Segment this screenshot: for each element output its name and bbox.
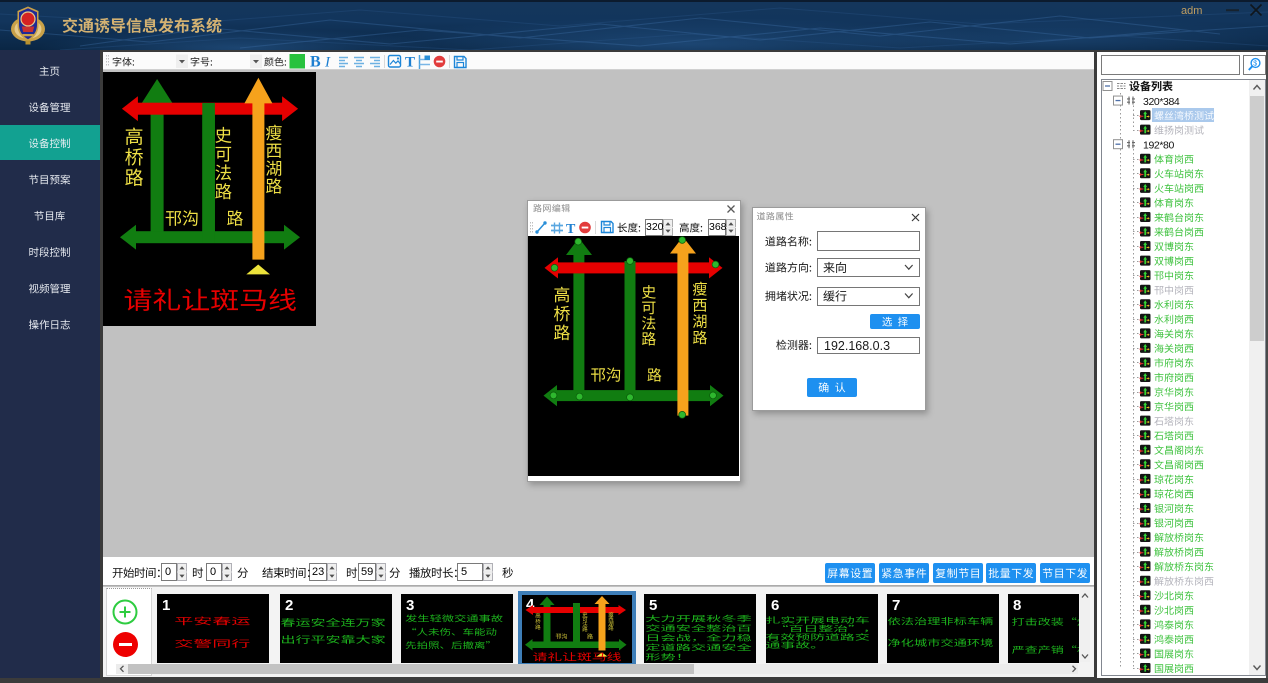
svg-text:T: T [405, 55, 415, 71]
svg-text:$: $ [1253, 61, 1257, 68]
svg-text:B: B [310, 54, 321, 71]
svg-text:I: I [324, 55, 331, 71]
svg-text:T: T [566, 222, 576, 236]
